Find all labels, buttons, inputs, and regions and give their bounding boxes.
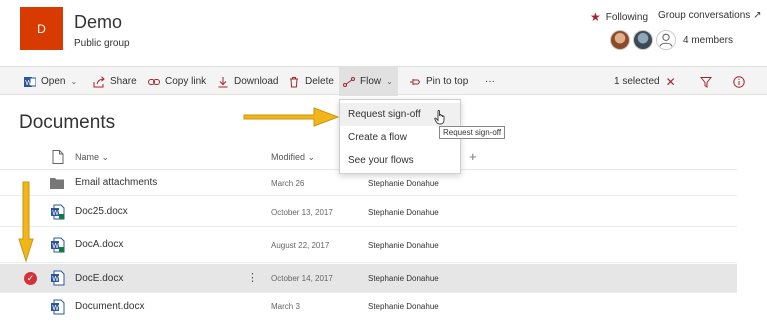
following-label: Following: [605, 11, 649, 23]
info-icon: [733, 75, 745, 88]
modified-by: Stephanie Donahue: [368, 274, 439, 283]
copy-link-button[interactable]: Copy link: [144, 67, 210, 96]
table-row[interactable]: Email attachments March 26 Stephanie Don…: [0, 171, 737, 196]
star-icon: ★: [590, 10, 601, 24]
selection-status[interactable]: 1 selected ✕: [614, 67, 676, 96]
name-column-header[interactable]: Name ⌄: [75, 152, 109, 163]
chevron-down-icon: ⌄: [101, 152, 110, 162]
svg-text:W: W: [52, 276, 59, 283]
add-column-button[interactable]: +: [469, 149, 477, 164]
modified-date: October 13, 2017: [271, 208, 333, 217]
open-button[interactable]: W Open ⌄: [20, 67, 81, 96]
chevron-down-icon: ⌄: [386, 77, 393, 86]
name-column-label: Name: [75, 152, 100, 162]
file-name[interactable]: Document.docx: [75, 301, 144, 312]
more-icon: ···: [485, 76, 495, 87]
word-doc-icon: W: [50, 237, 66, 256]
library-title: Documents: [19, 112, 116, 133]
modified-column-header[interactable]: Modified ⌄: [271, 152, 315, 163]
svg-text:W: W: [25, 80, 32, 87]
flow-icon: [343, 76, 355, 88]
avatar: [610, 30, 630, 50]
menu-item-see-flows[interactable]: See your flows: [340, 149, 460, 172]
svg-text:W: W: [52, 243, 59, 250]
annotation-arrow-down-icon: [18, 181, 34, 266]
delete-label: Delete: [305, 76, 334, 87]
chevron-down-icon: ⌄: [307, 152, 316, 162]
modified-column-label: Modified: [271, 152, 306, 162]
annotation-arrow-right-icon: [242, 106, 340, 131]
site-logo[interactable]: D: [20, 7, 63, 50]
tooltip: Request sign-off: [439, 126, 506, 139]
flow-button[interactable]: Flow ⌄: [339, 67, 398, 96]
modified-by: Stephanie Donahue: [368, 241, 439, 250]
file-name[interactable]: DocA.docx: [75, 239, 123, 250]
checkmark-icon[interactable]: ✓: [24, 272, 37, 285]
svg-text:W: W: [52, 210, 59, 217]
download-label: Download: [234, 76, 279, 87]
word-doc-icon: W: [50, 204, 66, 223]
delete-button[interactable]: Delete: [284, 67, 338, 96]
modified-by: Stephanie Donahue: [368, 302, 439, 311]
command-bar: W Open ⌄ Share Copy link Download Delete…: [0, 66, 767, 96]
modified-date: October 14, 2017: [271, 274, 333, 283]
members-label: 4 members: [683, 34, 734, 46]
more-actions-button[interactable]: ···: [481, 67, 499, 96]
conversations-label: Group conversations: [658, 10, 751, 21]
download-icon: [217, 76, 229, 88]
folder-icon: [50, 177, 64, 192]
close-icon[interactable]: ✕: [666, 75, 676, 89]
link-icon: [148, 76, 160, 88]
chevron-down-icon: ⌄: [70, 77, 78, 86]
more-options-icon[interactable]: ⋮: [247, 271, 258, 284]
site-subtitle: Public group: [74, 38, 130, 49]
table-row[interactable]: W Document.docx March 3 Stephanie Donahu…: [0, 294, 737, 324]
person-icon: [656, 30, 676, 50]
modified-by: Stephanie Donahue: [368, 179, 439, 188]
trash-icon: [288, 76, 300, 88]
modified-date: March 26: [271, 179, 305, 188]
table-row[interactable]: W Doc25.docx October 13, 2017 Stephanie …: [0, 197, 737, 227]
modified-by: Stephanie Donahue: [368, 208, 439, 217]
modified-date: March 3: [271, 302, 300, 311]
file-name[interactable]: Doc25.docx: [75, 206, 128, 217]
pin-label: Pin to top: [426, 76, 469, 87]
file-name[interactable]: Email attachments: [75, 177, 157, 188]
avatar: [633, 30, 653, 50]
following-button[interactable]: ★ Following: [590, 10, 648, 24]
site-logo-letter: D: [37, 21, 46, 36]
open-label: Open: [41, 76, 66, 87]
site-header: D Demo Public group ★ Following Group co…: [0, 0, 767, 66]
filter-button[interactable]: [696, 67, 716, 96]
share-label: Share: [110, 76, 137, 87]
share-button[interactable]: Share: [89, 67, 141, 96]
selected-count: 1 selected: [614, 76, 660, 87]
file-type-icon[interactable]: [52, 150, 64, 167]
download-button[interactable]: Download: [213, 67, 282, 96]
table-row[interactable]: W DocA.docx August 22, 2017 Stephanie Do…: [0, 228, 737, 263]
filter-icon: [700, 76, 712, 88]
site-title[interactable]: Demo: [74, 12, 122, 33]
pin-to-top-button[interactable]: Pin to top: [405, 67, 472, 96]
word-icon: W: [24, 76, 36, 88]
flow-label: Flow: [360, 76, 382, 87]
share-icon: [93, 75, 105, 88]
modified-date: August 22, 2017: [271, 241, 330, 250]
external-arrow-icon: ↗: [753, 10, 762, 21]
file-name[interactable]: DocE.docx: [75, 273, 123, 284]
word-doc-icon: W: [50, 299, 66, 318]
svg-text:W: W: [52, 305, 59, 312]
pin-icon: [409, 76, 421, 88]
info-button[interactable]: [729, 67, 749, 96]
members-button[interactable]: 4 members: [610, 30, 733, 50]
copy-link-label: Copy link: [165, 76, 207, 87]
table-row-selected[interactable]: ✓ W DocE.docx ⋮ October 14, 2017 Stephan…: [0, 264, 737, 293]
group-conversations-link[interactable]: Group conversations ↗: [658, 10, 761, 21]
word-doc-icon: W: [50, 270, 66, 289]
